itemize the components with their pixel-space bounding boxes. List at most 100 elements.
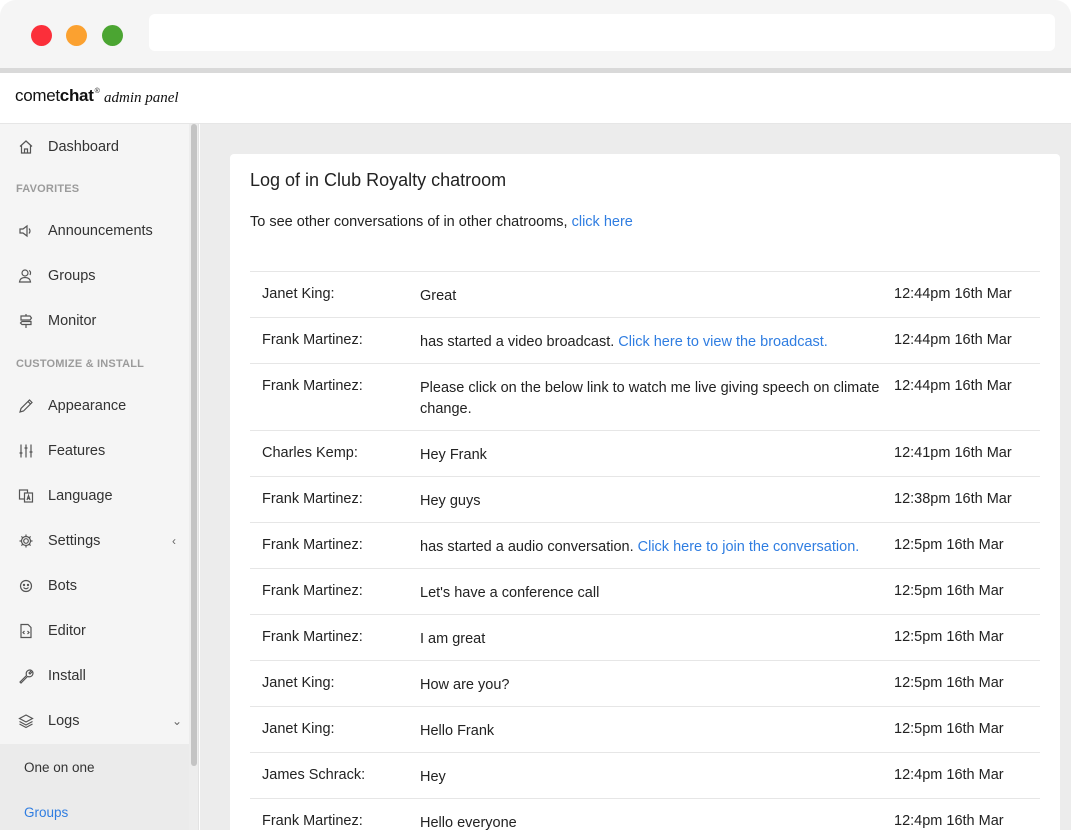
sliders-icon [18,443,34,459]
sidebar-item-install[interactable]: Install [0,653,189,698]
log-table: Janet King: Great 12:44pm 16th Mar Frank Ma… [250,271,1040,830]
home-icon [18,139,34,155]
row-timestamp: 12:44pm 16th Mar [894,332,1012,348]
table-row: Frank Martinez: has started a video broad… [250,318,1040,364]
sidebar-item-appearance[interactable]: Appearance [0,383,189,428]
admin-panel-subtitle: admin panel [104,90,179,106]
row-timestamp: 12:5pm 16th Mar [894,583,1004,599]
pencil-icon [18,398,34,414]
row-message-link[interactable]: Click here to join the conversation. [638,539,860,555]
sidebar-item-label: Appearance [48,397,127,414]
page-title: Log of in Club Royalty chatroom [250,170,507,190]
speaker-icon [18,223,34,239]
sidebar-subitem-one-on-one[interactable]: One on one [24,760,95,775]
table-row: Frank Martinez: I am great 12:5pm 16th Mar [250,615,1040,661]
row-sender: Frank Martinez: [262,537,363,553]
logs-submenu: One on one Groups [0,744,189,830]
smile-icon [18,578,34,594]
row-timestamp: 12:38pm 16th Mar [894,491,1012,507]
sidebar-item-label: Logs [48,712,80,729]
row-sender: Janet King: [262,286,335,302]
row-message: How are you? [420,677,510,693]
translate-icon [18,488,34,504]
sidebar-item-bots[interactable]: Bots [0,563,189,608]
table-row: Charles Kemp: Hey Frank 12:41pm 16th Mar [250,431,1040,477]
wrench-icon [18,668,34,684]
row-timestamp: 12:41pm 16th Mar [894,445,1012,461]
app-header: cometchat® admin panel [0,73,1071,124]
code-file-icon [18,623,34,639]
customize-heading: CUSTOMIZE & INSTALL [16,358,145,370]
maximize-window-button[interactable] [102,25,123,46]
main-content: Log of in Club Royalty chatroom To see o… [200,124,1071,830]
page-subtitle: To see other conversations of in other c… [250,214,633,230]
table-row: Janet King: Hello Frank 12:5pm 16th Mar [250,707,1040,753]
row-message: Hello Frank [420,723,495,739]
minimize-window-button[interactable] [66,25,87,46]
signpost-icon [18,313,34,329]
chevron-left-icon: ‹ [172,533,176,548]
sidebar-scrollbar-thumb[interactable] [191,124,197,766]
row-timestamp: 12:5pm 16th Mar [894,675,1004,691]
row-sender: Charles Kemp: [262,445,358,461]
other-chatrooms-link[interactable]: click here [572,214,633,230]
table-row: Frank Martinez: has started a audio conve… [250,523,1040,569]
row-message: Hey Frank [420,447,487,463]
row-sender: Frank Martinez: [262,332,363,348]
sidebar-item-label: Settings [48,532,101,549]
sidebar-item-label: Language [48,487,113,504]
close-window-button[interactable] [31,25,52,46]
sidebar-item-label: Announcements [48,222,153,239]
sidebar-item-label: Features [48,442,106,459]
row-message: has started a audio conversation. Click … [420,539,860,555]
sidebar-item-groups[interactable]: Groups [0,253,189,298]
table-row: Frank Martinez: Let's have a conference c… [250,569,1040,615]
sidebar-item-label: Monitor [48,312,97,329]
sidebar-item-monitor[interactable]: Monitor [0,298,189,343]
row-sender: Frank Martinez: [262,583,363,599]
table-row: Frank Martinez: Please click on the below… [250,364,1040,431]
gear-icon [18,533,34,549]
row-sender: Frank Martinez: [262,378,363,394]
sidebar: Dashboard FAVORITES Announcements Groups… [0,124,199,830]
sidebar-item-dashboard[interactable]: Dashboard [0,124,189,169]
sidebar-subitem-groups[interactable]: Groups [24,805,68,820]
row-timestamp: 12:44pm 16th Mar [894,286,1012,302]
chevron-down-icon: ⌄ [172,713,183,728]
table-row: James Schrack: Hey 12:4pm 16th Mar [250,753,1040,799]
sidebar-item-label: Dashboard [48,138,119,155]
row-sender: Frank Martinez: [262,629,363,645]
address-bar[interactable] [149,14,1055,51]
table-row: Frank Martinez: Hey guys 12:38pm 16th Mar [250,477,1040,523]
sidebar-item-announcements[interactable]: Announcements [0,208,189,253]
sidebar-item-features[interactable]: Features [0,428,189,473]
row-message: Let's have a conference call [420,585,600,601]
row-sender: Frank Martinez: [262,491,363,507]
row-message: Please click on the below link to watch … [420,380,880,417]
browser-chrome [0,0,1071,70]
sidebar-item-settings[interactable]: Settings ‹ [0,518,189,563]
row-message: has started a video broadcast. Click her… [420,334,828,350]
sidebar-item-language[interactable]: Language [0,473,189,518]
row-sender: James Schrack: [262,767,366,783]
sidebar-item-label: Editor [48,622,86,639]
row-message: Hello everyone [420,815,517,830]
sidebar-item-label: Bots [48,577,78,594]
row-message: I am great [420,631,486,647]
row-timestamp: 12:5pm 16th Mar [894,629,1004,645]
sidebar-item-label: Groups [48,267,96,284]
row-timestamp: 12:4pm 16th Mar [894,813,1004,829]
sidebar-item-logs[interactable]: Logs ⌄ [0,698,189,743]
row-timestamp: 12:44pm 16th Mar [894,378,1012,394]
table-row: Janet King: Great 12:44pm 16th Mar [250,272,1040,318]
row-timestamp: 12:4pm 16th Mar [894,767,1004,783]
sidebar-item-editor[interactable]: Editor [0,608,189,653]
row-sender: Frank Martinez: [262,813,363,829]
layers-icon [18,713,34,729]
row-timestamp: 12:5pm 16th Mar [894,721,1004,737]
brand-logo[interactable]: cometchat® [15,86,100,106]
row-message-link[interactable]: Click here to view the broadcast. [618,334,828,350]
row-sender: Janet King: [262,721,335,737]
favorites-heading: FAVORITES [16,183,80,195]
row-timestamp: 12:5pm 16th Mar [894,537,1004,553]
